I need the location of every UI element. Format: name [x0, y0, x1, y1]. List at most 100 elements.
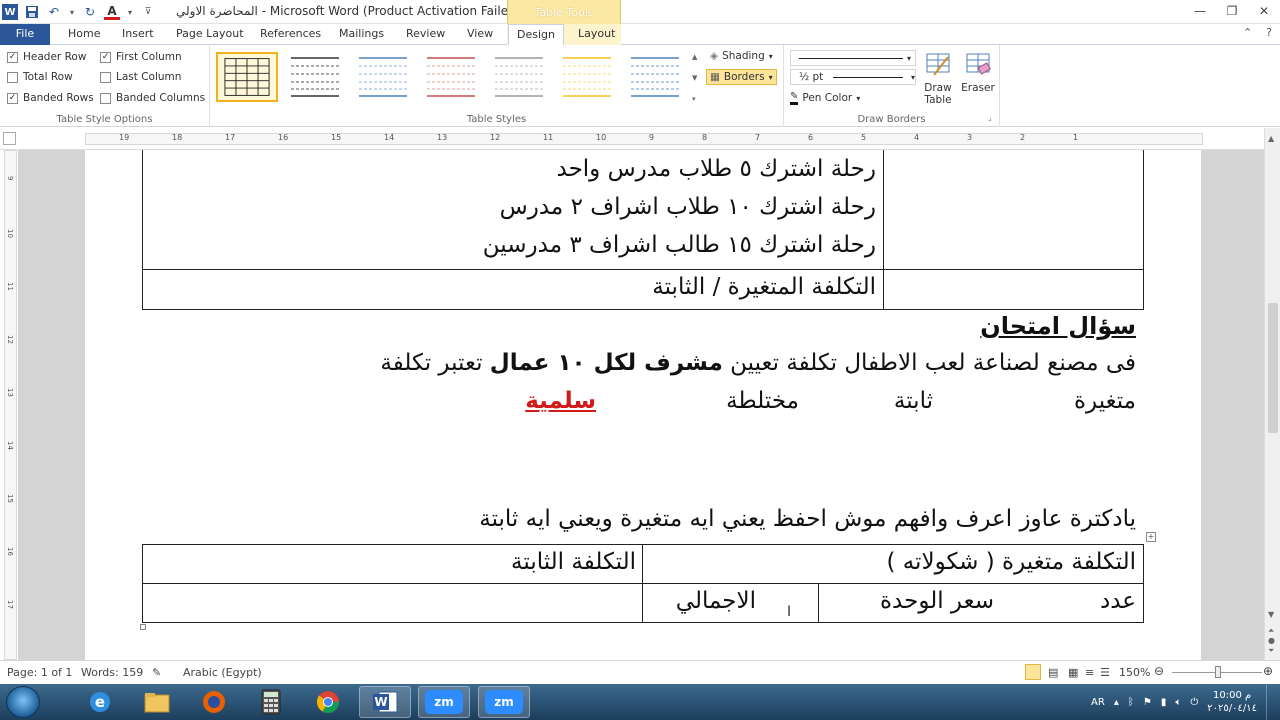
restore-icon[interactable]: ❐: [1216, 0, 1248, 22]
ruler-track[interactable]: [85, 133, 1203, 145]
input-language[interactable]: AR: [1091, 697, 1105, 708]
close-icon[interactable]: ✕: [1248, 0, 1280, 22]
full-screen-view-icon[interactable]: ▤: [1048, 666, 1058, 679]
pen-weight-dropdown[interactable]: ½ pt ▾: [790, 69, 916, 85]
tab-page-layout[interactable]: Page Layout: [168, 24, 252, 45]
shading-button[interactable]: ◈ Shading ▾: [710, 50, 773, 62]
tab-mailings[interactable]: Mailings: [331, 24, 392, 45]
ruler-number: 12: [490, 133, 501, 142]
tab-insert[interactable]: Insert: [114, 24, 162, 45]
table-style-thumb-5[interactable]: [488, 52, 550, 102]
total-row-checkbox[interactable]: [7, 71, 18, 83]
vertical-scrollbar[interactable]: ▲ ▼ ⏶ ● ⏷: [1264, 128, 1280, 660]
banded-columns-option[interactable]: Banded Columns: [100, 92, 205, 104]
ruler-number: 16: [278, 133, 289, 142]
borders-button[interactable]: ▦ Borders ▾: [706, 69, 777, 85]
font-color-dropdown-icon[interactable]: ▾: [126, 4, 134, 20]
tab-home[interactable]: Home: [60, 24, 108, 45]
start-button[interactable]: [6, 686, 40, 718]
tab-file[interactable]: File: [0, 24, 50, 45]
gallery-up-icon[interactable]: ▲: [692, 53, 702, 61]
table2-border-mid: [642, 544, 643, 623]
scroll-thumb[interactable]: [1268, 303, 1278, 433]
language-indicator[interactable]: Arabic (Egypt): [183, 666, 262, 679]
table-style-thumb-4[interactable]: [420, 52, 482, 102]
next-page-icon[interactable]: ⏷: [1268, 646, 1274, 656]
font-color-icon[interactable]: A: [104, 4, 120, 20]
banded-columns-checkbox[interactable]: [100, 92, 111, 104]
taskbar-firefox[interactable]: [188, 686, 240, 718]
table2-move-handle[interactable]: +: [1146, 532, 1156, 542]
table-style-thumb-7[interactable]: [624, 52, 686, 102]
first-column-option[interactable]: ✓ First Column: [100, 51, 182, 63]
proofing-icon[interactable]: ✎: [152, 666, 161, 679]
draw-table-button[interactable]: Draw Table: [920, 51, 956, 106]
select-browse-icon[interactable]: ●: [1268, 636, 1275, 645]
show-desktop-button[interactable]: [1266, 684, 1274, 720]
zoom-slider-thumb[interactable]: [1215, 666, 1221, 678]
taskbar-explorer[interactable]: [131, 686, 183, 718]
banded-rows-checkbox[interactable]: ✓: [7, 92, 18, 104]
draw-borders-launcher-icon[interactable]: ⌟: [988, 113, 992, 122]
total-row-option[interactable]: Total Row: [7, 71, 73, 83]
network-icon[interactable]: ▮: [1161, 697, 1167, 708]
last-column-checkbox[interactable]: [100, 71, 111, 83]
bluetooth-icon[interactable]: ᛒ: [1128, 697, 1134, 708]
web-layout-view-icon[interactable]: ▦: [1068, 666, 1078, 679]
prev-page-icon[interactable]: ⏶: [1268, 626, 1274, 636]
zoom-level[interactable]: 150%: [1119, 666, 1150, 679]
action-center-flag-icon[interactable]: ⚑: [1143, 697, 1152, 708]
document-page[interactable]: رحلة اشترك ٥ طلاب مدرس واحد رحلة اشترك ١…: [85, 150, 1201, 660]
show-hidden-icons-icon[interactable]: ▴: [1114, 697, 1119, 708]
outline-view-icon[interactable]: ≡: [1085, 666, 1094, 679]
table2-resize-handle[interactable]: [140, 624, 146, 630]
scroll-up-icon[interactable]: ▲: [1268, 134, 1274, 143]
tab-references[interactable]: References: [252, 24, 329, 45]
zoom-icon-text-1: zm: [434, 695, 454, 709]
undo-dropdown-icon[interactable]: ▾: [68, 4, 76, 20]
minimize-ribbon-icon[interactable]: ⌃: [1243, 26, 1252, 39]
pen-color-button[interactable]: ✎ Pen Color ▾: [790, 91, 860, 105]
gallery-more-icon[interactable]: ▾: [692, 95, 702, 103]
undo-icon[interactable]: ↶: [46, 4, 62, 20]
customize-qat-icon[interactable]: ⊽: [140, 4, 156, 20]
taskbar-ie[interactable]: e: [74, 686, 126, 718]
tab-layout[interactable]: Layout: [570, 24, 623, 45]
zoom-out-icon[interactable]: ⊖: [1154, 664, 1164, 678]
taskbar-calculator[interactable]: [245, 686, 297, 718]
word-count[interactable]: Words: 159: [81, 666, 143, 679]
taskbar-zoom-1[interactable]: zm: [418, 686, 470, 718]
header-row-option[interactable]: ✓ Header Row: [7, 51, 86, 63]
banded-rows-option[interactable]: ✓ Banded Rows: [7, 92, 94, 104]
word-app-icon[interactable]: W: [2, 4, 18, 20]
gallery-down-icon[interactable]: ▼: [692, 74, 702, 82]
taskbar-chrome[interactable]: [302, 686, 354, 718]
eraser-button[interactable]: Eraser: [960, 51, 996, 94]
redo-icon[interactable]: ↻: [82, 4, 98, 20]
table-style-thumb-grid[interactable]: [216, 52, 278, 102]
zoom-in-icon[interactable]: ⊕: [1263, 664, 1273, 678]
help-icon[interactable]: ?: [1266, 26, 1272, 39]
save-icon[interactable]: [24, 4, 40, 20]
scroll-down-icon[interactable]: ▼: [1268, 610, 1274, 619]
volume-icon[interactable]: 🔈︎: [1175, 697, 1181, 708]
taskbar-zoom-2[interactable]: zm: [478, 686, 530, 718]
page-count[interactable]: Page: 1 of 1: [7, 666, 72, 679]
print-layout-view-icon[interactable]: [1025, 664, 1041, 680]
pen-style-dropdown[interactable]: ▾: [790, 50, 916, 66]
minimize-icon[interactable]: —: [1184, 0, 1216, 22]
tab-selector[interactable]: [3, 132, 16, 145]
tab-view[interactable]: View: [459, 24, 501, 45]
power-icon[interactable]: ⏻: [1190, 697, 1198, 708]
table-style-thumb-3[interactable]: [352, 52, 414, 102]
table-style-thumb-2[interactable]: [284, 52, 346, 102]
table-style-thumb-6[interactable]: [556, 52, 618, 102]
last-column-option[interactable]: Last Column: [100, 71, 181, 83]
first-column-checkbox[interactable]: ✓: [100, 51, 111, 63]
tab-design[interactable]: Design: [508, 24, 564, 46]
tab-review[interactable]: Review: [398, 24, 453, 45]
draft-view-icon[interactable]: ☰: [1100, 666, 1110, 679]
clock[interactable]: 10:00 م ٢٠٢٥/٠٤/١٤: [1207, 689, 1257, 715]
header-row-checkbox[interactable]: ✓: [7, 51, 18, 63]
taskbar-word[interactable]: W: [359, 686, 411, 718]
